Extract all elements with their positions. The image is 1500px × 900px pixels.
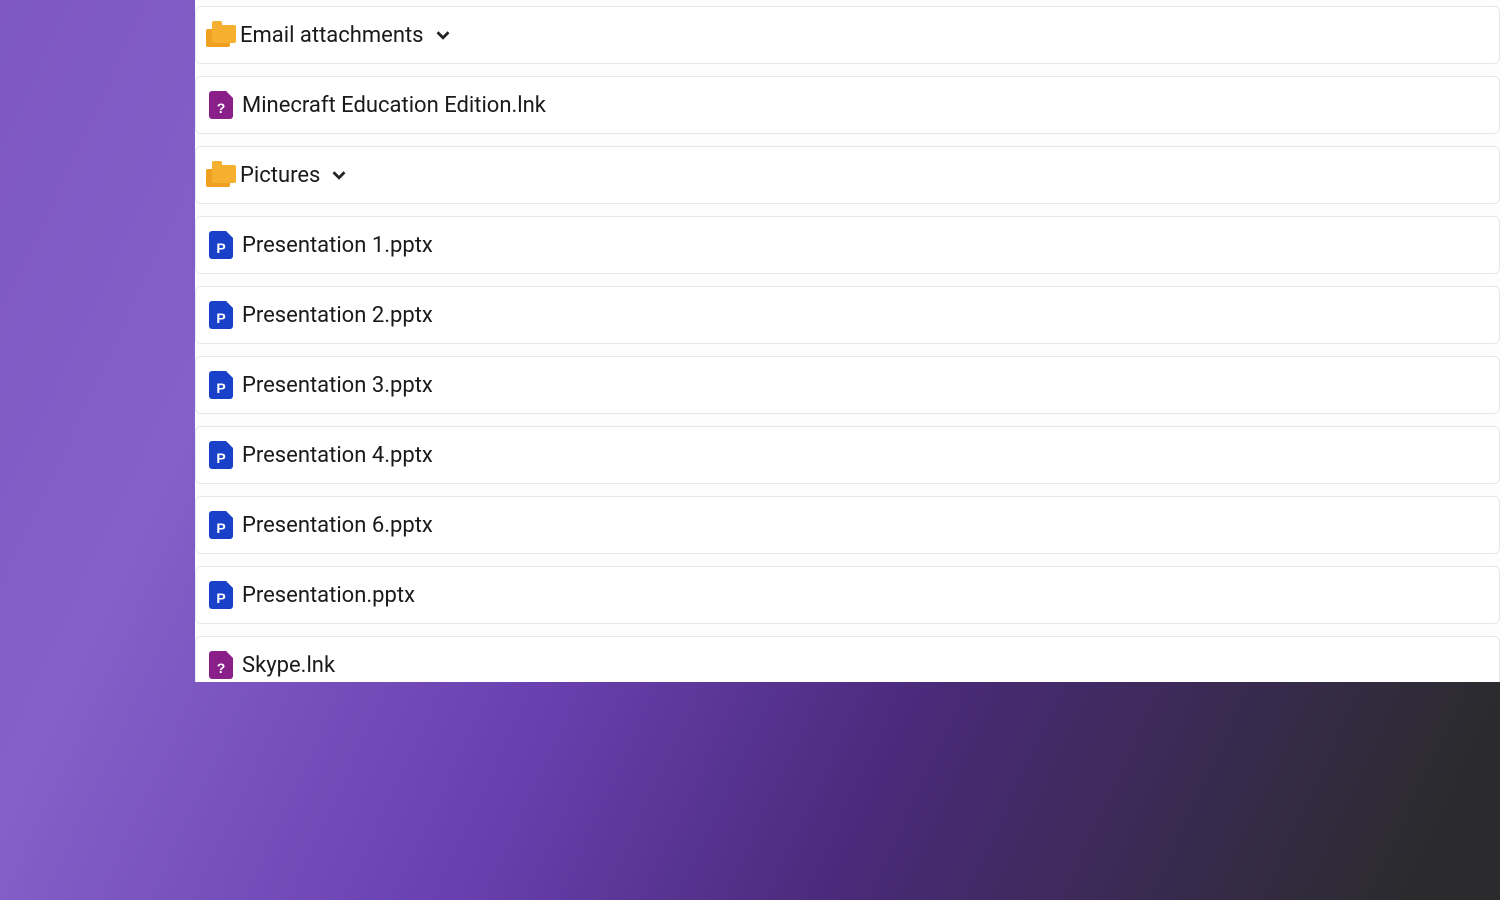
- file-name: Minecraft Education Edition.lnk: [242, 93, 546, 118]
- folder-row-pictures[interactable]: Pictures: [195, 146, 1500, 204]
- file-row[interactable]: P Presentation 4.pptx: [195, 426, 1500, 484]
- file-name: Presentation.pptx: [242, 583, 415, 608]
- file-row[interactable]: P Presentation.pptx: [195, 566, 1500, 624]
- folder-icon: [206, 21, 236, 49]
- file-pptx-icon: P: [206, 301, 236, 329]
- file-list-panel: Email attachments ? Minecraft Education …: [195, 0, 1500, 682]
- file-name: Presentation 6.pptx: [242, 513, 433, 538]
- file-row[interactable]: P Presentation 3.pptx: [195, 356, 1500, 414]
- file-pptx-icon: P: [206, 441, 236, 469]
- file-row[interactable]: P Presentation 1.pptx: [195, 216, 1500, 274]
- file-unknown-icon: ?: [206, 91, 236, 119]
- folder-row-email-attachments[interactable]: Email attachments: [195, 6, 1500, 64]
- file-name: Skype.lnk: [242, 653, 335, 678]
- chevron-down-icon: [432, 24, 454, 46]
- file-name: Presentation 4.pptx: [242, 443, 433, 468]
- file-pptx-icon: P: [206, 371, 236, 399]
- file-name: Presentation 1.pptx: [242, 233, 433, 258]
- file-row[interactable]: P Presentation 6.pptx: [195, 496, 1500, 554]
- folder-name: Pictures: [240, 163, 320, 188]
- file-name: Presentation 3.pptx: [242, 373, 433, 398]
- file-row[interactable]: ? Minecraft Education Edition.lnk: [195, 76, 1500, 134]
- file-name: Presentation 2.pptx: [242, 303, 433, 328]
- chevron-down-icon: [328, 164, 350, 186]
- file-unknown-icon: ?: [206, 651, 236, 679]
- file-row[interactable]: P Presentation 2.pptx: [195, 286, 1500, 344]
- folder-name: Email attachments: [240, 23, 424, 48]
- file-row[interactable]: ? Skype.lnk: [195, 636, 1500, 682]
- folder-icon: [206, 161, 236, 189]
- file-pptx-icon: P: [206, 231, 236, 259]
- file-pptx-icon: P: [206, 511, 236, 539]
- file-pptx-icon: P: [206, 581, 236, 609]
